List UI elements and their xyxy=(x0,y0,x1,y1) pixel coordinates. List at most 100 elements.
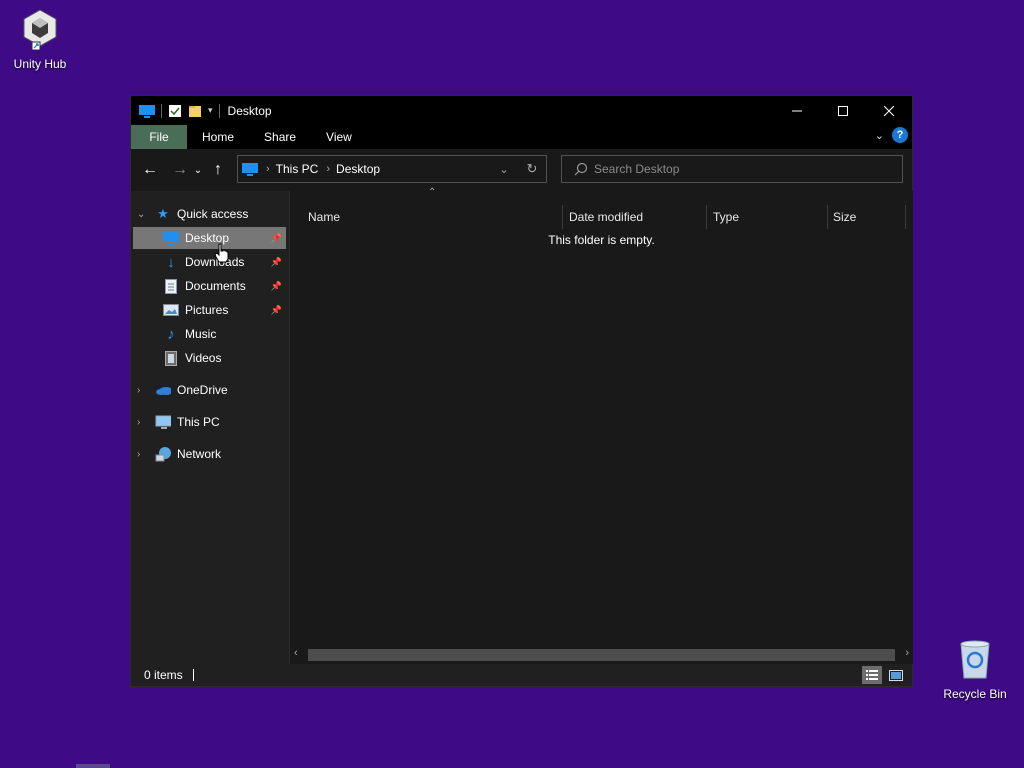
sort-indicator-icon: ⌃ xyxy=(428,187,437,198)
ribbon-right-controls: ⌄ ? xyxy=(875,127,908,143)
scrollbar-thumb[interactable] xyxy=(308,649,895,661)
pin-icon: 📌 xyxy=(270,232,282,243)
column-header-size[interactable]: Size xyxy=(828,204,905,230)
details-view-icon xyxy=(866,670,878,680)
arrow-left-icon: ← xyxy=(142,161,158,178)
sidebar-item-this-pc[interactable]: › This PC xyxy=(131,411,289,433)
sidebar-item-label: Quick access xyxy=(177,207,249,221)
pin-icon: 📌 xyxy=(270,256,282,267)
close-button[interactable] xyxy=(866,96,912,125)
chevron-down-icon: ⌄ xyxy=(193,164,203,176)
recycle-bin-icon xyxy=(960,640,990,679)
download-icon: ↓ xyxy=(167,253,175,271)
sidebar-item-label: Network xyxy=(177,447,222,461)
tab-home[interactable]: Home xyxy=(187,125,249,149)
computer-icon xyxy=(155,414,171,430)
customize-toolbar-icon[interactable]: ▾ xyxy=(208,105,213,116)
unity-hub-label: Unity Hub xyxy=(13,57,67,71)
breadcrumb-chevron-icon[interactable]: › xyxy=(266,163,270,175)
video-icon xyxy=(163,350,179,366)
sidebar-item-pictures[interactable]: Pictures 📌 xyxy=(133,299,286,321)
breadcrumb-desktop[interactable]: Desktop xyxy=(336,162,380,176)
close-icon xyxy=(884,105,894,116)
minimize-button[interactable] xyxy=(774,96,820,125)
network-icon xyxy=(155,446,171,462)
separator xyxy=(218,103,220,118)
column-header-type[interactable]: Type xyxy=(707,204,827,230)
horizontal-scrollbar[interactable]: ‹ › xyxy=(290,646,913,664)
chevron-right-icon[interactable]: › xyxy=(137,417,140,428)
back-button[interactable]: ← xyxy=(139,159,161,181)
cloud-icon xyxy=(155,382,171,398)
tab-view[interactable]: View xyxy=(311,125,367,149)
arrow-right-icon: → xyxy=(172,161,188,178)
search-placeholder: Search Desktop xyxy=(594,162,680,176)
search-box[interactable]: Search Desktop xyxy=(561,155,903,183)
tab-share[interactable]: Share xyxy=(249,125,311,149)
item-count: 0 items xyxy=(144,668,183,682)
file-list-pane[interactable]: ⌃ Name Date modified Type Size This fold… xyxy=(290,187,913,664)
title-bar[interactable]: ▾ Desktop xyxy=(131,96,912,125)
column-header-date-modified[interactable]: Date modified xyxy=(563,204,706,230)
chevron-right-icon[interactable]: › xyxy=(137,449,140,460)
expand-ribbon-icon[interactable]: ⌄ xyxy=(875,129,884,142)
minimize-icon xyxy=(792,110,802,111)
quick-access-toolbar: ▾ xyxy=(139,103,220,118)
file-explorer-window: ▾ Desktop File Home Share View ⌄ ? ← → ⌄ xyxy=(130,95,913,687)
sidebar-item-onedrive[interactable]: › OneDrive xyxy=(131,379,289,401)
sidebar-item-desktop[interactable]: Desktop 📌 xyxy=(133,227,286,249)
scroll-right-icon[interactable]: › xyxy=(905,647,909,659)
recycle-bin-shortcut[interactable]: Recycle Bin xyxy=(935,638,1015,701)
column-label: Size xyxy=(833,210,857,224)
maximize-button[interactable] xyxy=(820,96,866,125)
new-folder-icon[interactable] xyxy=(188,104,202,118)
expand-chevron-icon[interactable]: ⌄ xyxy=(137,209,145,220)
sidebar-item-label: Videos xyxy=(185,351,222,365)
address-bar[interactable]: › This PC › Desktop ⌄ ↻ xyxy=(237,155,547,183)
chevron-right-icon[interactable]: › xyxy=(137,385,140,396)
document-icon xyxy=(163,278,179,294)
recent-locations-button[interactable]: ⌄ xyxy=(191,159,205,181)
column-divider[interactable] xyxy=(905,205,906,229)
scroll-left-icon[interactable]: ‹ xyxy=(294,647,298,659)
properties-icon[interactable] xyxy=(168,104,182,118)
sidebar-item-videos[interactable]: Videos xyxy=(133,347,286,369)
unity-hub-icon xyxy=(23,9,57,51)
sidebar-item-downloads[interactable]: ↓ Downloads 📌 xyxy=(133,251,286,273)
sidebar-item-label: Pictures xyxy=(185,303,229,317)
sidebar-item-quick-access[interactable]: ⌄ ★ Quick access xyxy=(131,203,289,225)
sidebar-item-music[interactable]: ♪ Music xyxy=(133,323,286,345)
breadcrumb-this-pc[interactable]: This PC xyxy=(276,162,319,176)
address-dropdown-icon[interactable]: ⌄ xyxy=(490,163,518,176)
column-label: Date modified xyxy=(569,210,644,224)
refresh-icon[interactable]: ↻ xyxy=(518,161,546,177)
sidebar-item-documents[interactable]: Documents 📌 xyxy=(133,275,286,297)
forward-button[interactable]: → xyxy=(169,159,191,181)
large-icons-view-button[interactable] xyxy=(886,666,906,684)
window-title: Desktop xyxy=(227,103,272,118)
taskbar-edge xyxy=(76,764,110,768)
sidebar-item-network[interactable]: › Network xyxy=(131,443,289,465)
view-toggle xyxy=(862,666,906,684)
maximize-icon xyxy=(838,105,848,116)
recycle-bin-label: Recycle Bin xyxy=(943,687,1007,701)
sidebar-item-label: Music xyxy=(185,327,217,341)
unity-hub-shortcut[interactable]: Unity Hub xyxy=(0,6,80,71)
desktop-icon xyxy=(163,230,179,246)
separator xyxy=(161,103,162,118)
pin-icon: 📌 xyxy=(270,304,282,315)
help-icon[interactable]: ? xyxy=(892,127,908,143)
desktop-folder-icon xyxy=(139,104,155,118)
breadcrumb-chevron-icon[interactable]: › xyxy=(326,163,330,175)
large-icons-view-icon xyxy=(889,669,903,681)
tab-file[interactable]: File xyxy=(131,125,187,149)
up-button[interactable]: ↑ xyxy=(207,159,229,181)
star-icon: ★ xyxy=(157,206,169,221)
caption-buttons xyxy=(774,96,912,125)
column-header-name[interactable]: Name xyxy=(290,204,562,230)
music-icon: ♪ xyxy=(167,325,175,343)
ribbon-tabs: File Home Share View ⌄ ? xyxy=(131,125,912,149)
details-view-button[interactable] xyxy=(862,666,882,684)
status-divider xyxy=(192,669,194,681)
picture-icon xyxy=(163,302,179,318)
